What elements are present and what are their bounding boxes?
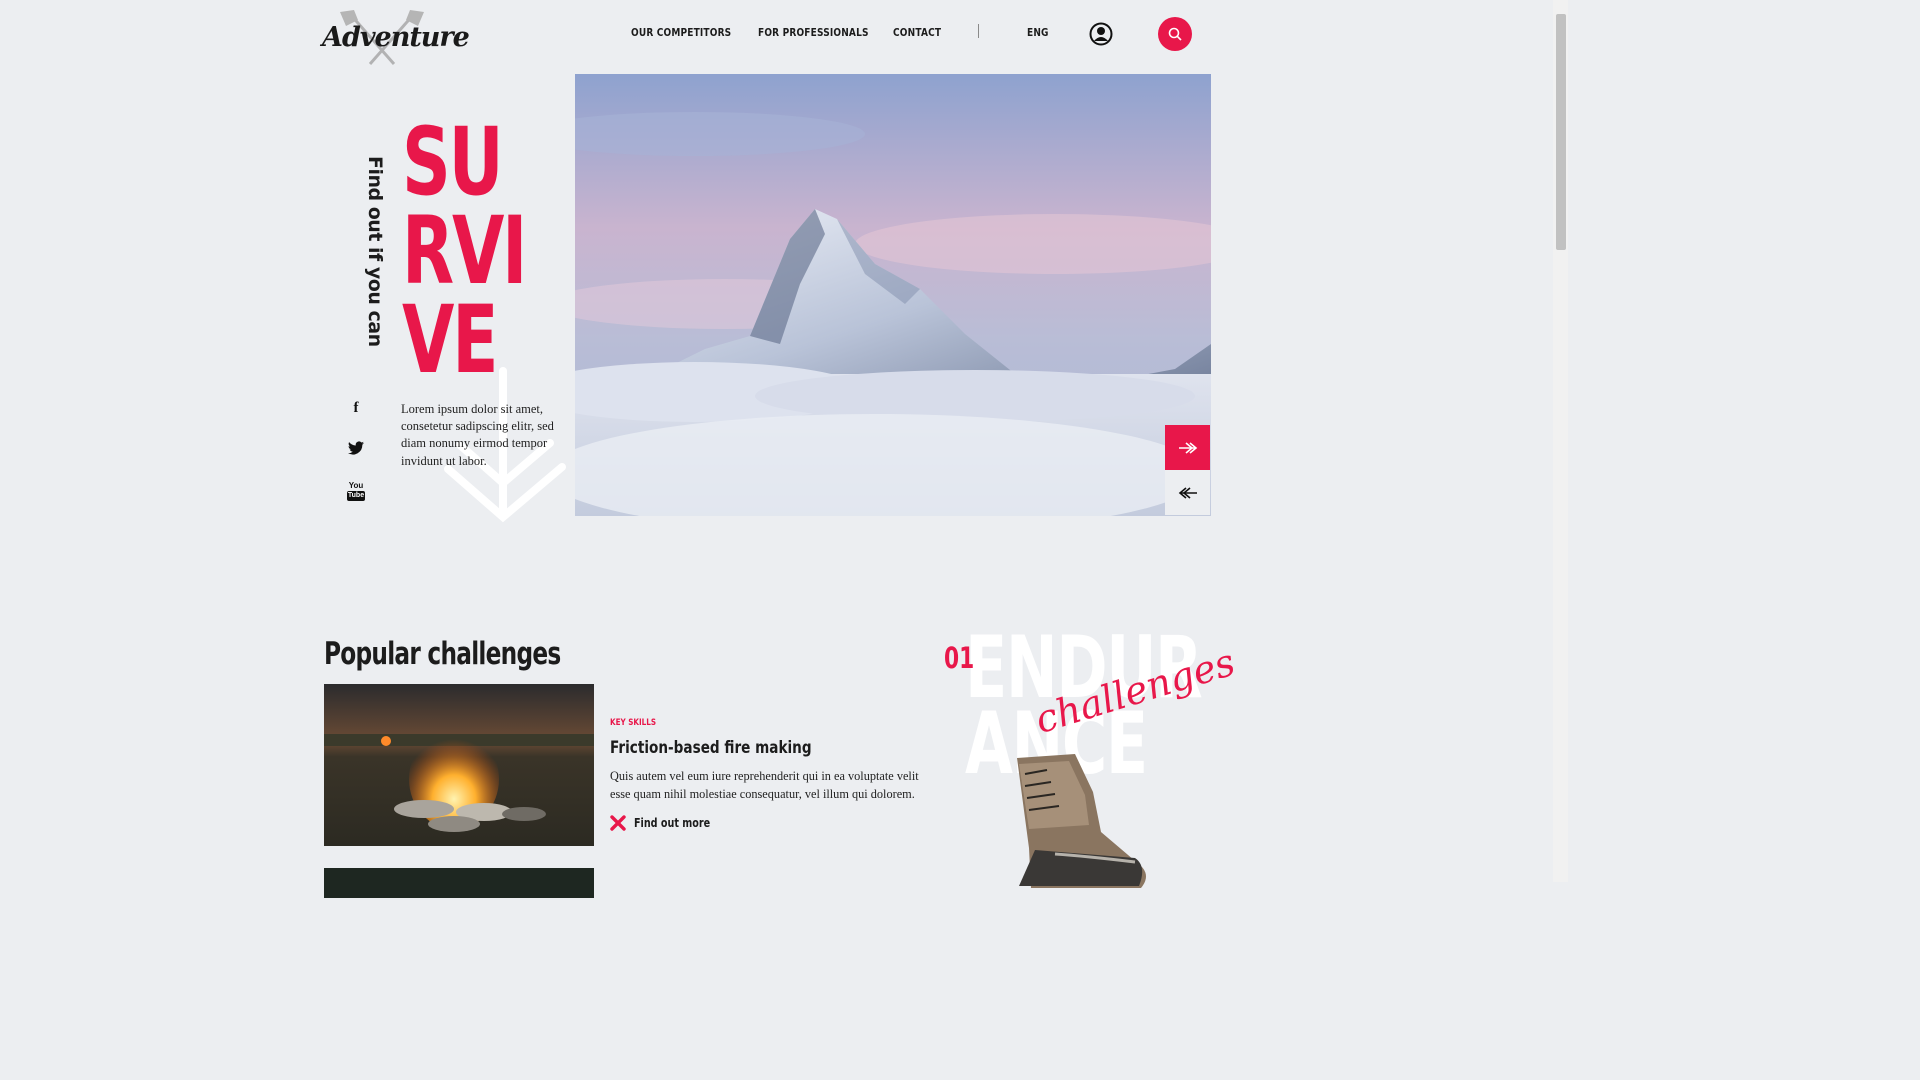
feature-number: 01: [944, 641, 975, 675]
hero-tagline: Find out if you can: [364, 156, 386, 347]
twitter-link[interactable]: [345, 437, 367, 459]
next-slide-button[interactable]: [1165, 425, 1210, 470]
nav-divider: [978, 24, 979, 38]
nav-contact[interactable]: CONTACT: [893, 26, 941, 39]
arrow-left-icon: [1178, 486, 1197, 499]
hero-description: Lorem ipsum dolor sit amet, consetetur s…: [401, 402, 554, 468]
nav-for-professionals[interactable]: FOR PROFESSIONALS: [758, 26, 869, 39]
hero-mountain-image: [575, 74, 1211, 516]
youtube-icon-bottom: Tube: [346, 490, 366, 501]
logo[interactable]: Adventure: [322, 8, 470, 66]
search-icon: [1168, 27, 1182, 41]
logo-text: Adventure: [322, 22, 470, 53]
find-out-more-link[interactable]: Find out more: [610, 815, 729, 831]
hiking-boot-image: [1017, 754, 1146, 888]
card-category: KEY SKILLS: [610, 718, 657, 728]
youtube-icon-top: You: [348, 480, 364, 490]
hero-headline-line: SU: [402, 108, 504, 217]
search-button[interactable]: [1158, 17, 1192, 51]
previous-slide-button[interactable]: [1165, 470, 1210, 515]
nav-our-competitors[interactable]: OUR COMPETITORS: [631, 26, 731, 39]
account-button[interactable]: [1089, 22, 1113, 46]
arrow-right-icon: [1178, 441, 1197, 454]
facebook-icon: f: [353, 399, 359, 416]
hero-headline: SU RVI VE: [402, 108, 527, 388]
scrollbar-thumb[interactable]: [1556, 14, 1566, 250]
hero-headline-line: RVI: [402, 197, 527, 306]
x-mark-icon: [610, 815, 626, 831]
card-title[interactable]: Friction-based fire making: [610, 738, 812, 758]
card-description: Quis autem vel eum iure reprehenderit qu…: [610, 769, 919, 801]
youtube-link[interactable]: You Tube: [345, 480, 367, 502]
forest-image[interactable]: [324, 868, 594, 898]
youtube-icon: You Tube: [346, 480, 366, 501]
facebook-link[interactable]: f: [345, 397, 367, 419]
campfire-image[interactable]: [324, 684, 594, 846]
user-icon: [1089, 22, 1113, 46]
find-out-more-label: Find out more: [634, 816, 711, 830]
language-switch[interactable]: ENG: [1027, 26, 1049, 39]
twitter-icon: [348, 441, 364, 455]
section-title: Popular challenges: [324, 636, 561, 672]
